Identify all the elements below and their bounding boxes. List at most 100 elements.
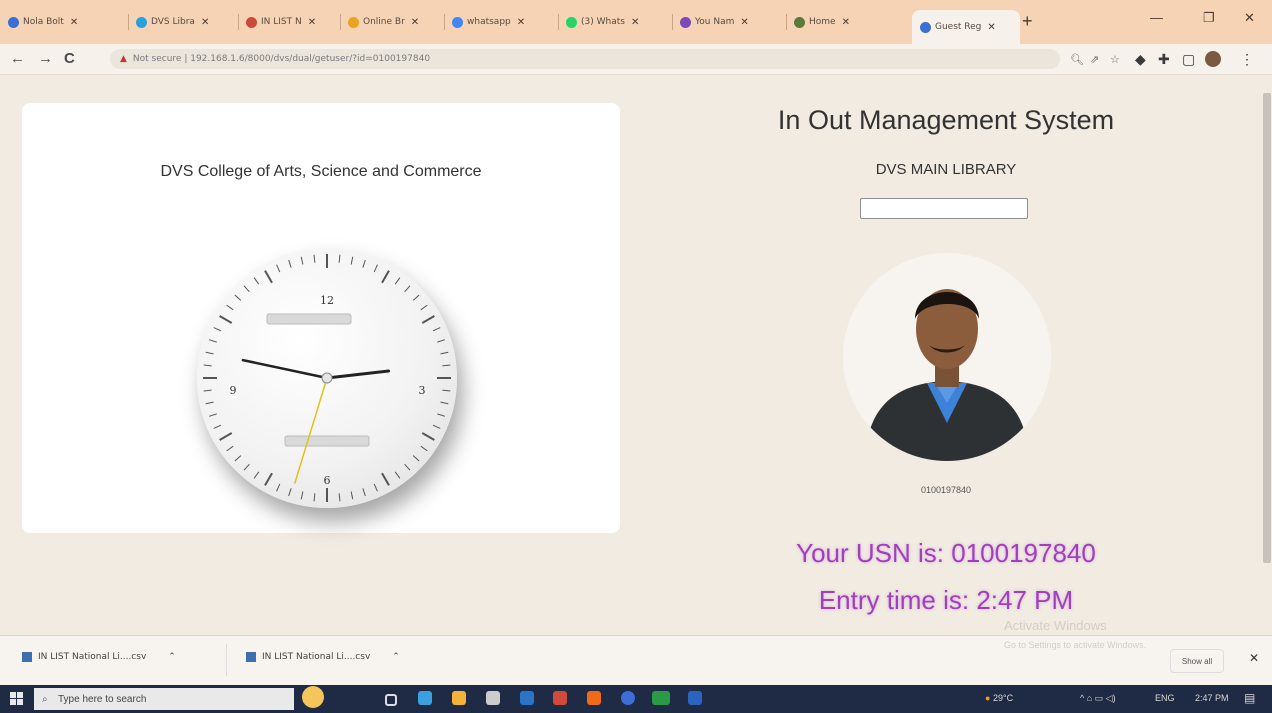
photo-caption: 0100197840 xyxy=(920,485,972,495)
file-explorer-icon[interactable] xyxy=(452,691,466,705)
browser-tab[interactable]: IN LIST N ✕ xyxy=(246,9,338,35)
show-all-button[interactable]: Show all xyxy=(1170,649,1224,673)
tab-label: whatsapp xyxy=(467,17,511,27)
browser-tab[interactable]: Online Br ✕ xyxy=(348,9,442,35)
file-icon xyxy=(22,652,32,662)
usn-message: Your USN is: 0100197840 xyxy=(796,538,1096,568)
page-scrollbar[interactable] xyxy=(1262,75,1272,635)
puzzle-icon[interactable]: ✚ xyxy=(1158,51,1170,68)
bookmark-star-icon[interactable]: ☆ xyxy=(1110,53,1120,66)
close-downloads-icon[interactable]: ✕ xyxy=(1249,651,1259,665)
store-icon[interactable] xyxy=(486,691,500,705)
downloads-bar: IN LIST National Li....csv ⌃ IN LIST Nat… xyxy=(0,635,1272,686)
browser-tab[interactable]: Nola Bolt ✕ xyxy=(8,9,126,35)
clock-tick xyxy=(394,277,401,285)
close-window-button[interactable]: ✕ xyxy=(1244,10,1255,26)
download-item[interactable]: IN LIST National Li....csv ⌃ xyxy=(246,652,400,662)
clock-tick xyxy=(226,304,234,311)
download-filename: IN LIST National Li....csv xyxy=(38,652,147,662)
excel-icon[interactable] xyxy=(652,691,670,705)
close-icon[interactable]: ✕ xyxy=(842,17,850,28)
side-panel-icon[interactable]: ▢ xyxy=(1182,51,1195,68)
clock-tick xyxy=(234,294,242,301)
search-placeholder: Type here to search xyxy=(58,693,147,705)
clock-tick xyxy=(437,413,446,417)
mail-icon[interactable] xyxy=(520,691,534,705)
reload-button[interactable]: C xyxy=(64,50,75,67)
address-bar[interactable]: ▲ Not secure | 192.168.1.6/8000/dvs/dual… xyxy=(110,49,1060,69)
clock-tick xyxy=(421,315,435,324)
file-icon xyxy=(246,652,256,662)
word-icon[interactable] xyxy=(688,691,702,705)
tray-icons[interactable]: ^ ⌂ ▭ ◁) xyxy=(1080,693,1116,704)
clock-tick xyxy=(420,304,428,311)
new-tab-button[interactable]: + xyxy=(1022,11,1033,32)
chevron-up-icon[interactable]: ⌃ xyxy=(392,652,400,662)
close-icon[interactable]: ✕ xyxy=(308,17,316,28)
taskbar-search[interactable]: ⌕ Type here to search xyxy=(34,686,324,710)
firefox-icon[interactable] xyxy=(587,691,601,705)
close-icon[interactable]: ✕ xyxy=(411,17,419,28)
tab-label: (3) Whats xyxy=(581,17,625,27)
close-icon[interactable]: ✕ xyxy=(70,17,78,28)
clock-tick xyxy=(226,445,234,452)
usn-input[interactable] xyxy=(860,198,1028,219)
clock-tick xyxy=(373,483,378,492)
weather-icon: ● xyxy=(985,693,991,703)
cortana-icon[interactable] xyxy=(302,686,324,708)
profile-avatar[interactable] xyxy=(1205,51,1221,67)
edge-icon[interactable] xyxy=(418,691,432,705)
download-item[interactable]: IN LIST National Li....csv ⌃ xyxy=(22,652,176,662)
minimize-button[interactable]: — xyxy=(1150,10,1163,25)
browser-tab[interactable]: whatsapp ✕ xyxy=(452,9,556,35)
clock-tick xyxy=(394,471,401,479)
clock-tick xyxy=(440,401,449,405)
tab-separator xyxy=(238,14,239,30)
scroll-thumb[interactable] xyxy=(1263,93,1271,563)
close-icon[interactable]: ✕ xyxy=(201,17,209,28)
chevron-up-icon[interactable]: ⌃ xyxy=(168,652,176,662)
close-icon[interactable]: ✕ xyxy=(517,17,525,28)
weather-indicator[interactable]: ● 29°C xyxy=(985,693,1013,703)
clock-tick xyxy=(404,285,411,293)
maximize-button[interactable]: ❐ xyxy=(1203,10,1215,26)
browser-tab[interactable]: You Nam ✕ xyxy=(680,9,784,35)
date-display xyxy=(266,313,352,325)
chrome-icon[interactable] xyxy=(621,691,635,705)
clock-tick xyxy=(208,413,217,417)
forward-button[interactable]: → xyxy=(38,50,53,67)
browser-tab[interactable]: Home ✕ xyxy=(794,9,904,35)
download-separator xyxy=(226,644,227,676)
close-icon[interactable]: ✕ xyxy=(987,22,995,33)
browser-tab[interactable]: DVS Libra ✕ xyxy=(136,9,236,35)
clock-hour-hand xyxy=(325,369,391,380)
start-button[interactable] xyxy=(10,692,24,706)
tab-label: Nola Bolt xyxy=(23,17,64,27)
notification-icon[interactable]: ▤ xyxy=(1244,691,1255,705)
clock-tick xyxy=(338,493,341,502)
clock-number-9: 9 xyxy=(230,384,237,397)
tab-label: Guest Reg xyxy=(935,22,982,32)
taskbar-clock[interactable]: 2:47 PM xyxy=(1195,693,1229,703)
share-icon[interactable]: ⇗ xyxy=(1090,53,1099,66)
url-text: Not secure | 192.168.1.6/8000/dvs/dual/g… xyxy=(132,54,431,64)
task-view-icon[interactable] xyxy=(385,694,397,706)
clock-tick xyxy=(350,491,354,500)
close-icon[interactable]: ✕ xyxy=(740,17,748,28)
clock-tick xyxy=(264,270,273,284)
close-icon[interactable]: ✕ xyxy=(631,17,639,28)
browser-tab[interactable]: (3) Whats ✕ xyxy=(566,9,670,35)
clock-tick xyxy=(442,364,451,367)
clock-tick xyxy=(350,256,354,265)
browser-tab-active[interactable]: Guest Reg ✕ xyxy=(912,10,1020,44)
windows-taskbar: ⌕ Type here to search ● 29°C ^ ⌂ ▭ ◁) EN… xyxy=(0,685,1272,713)
tab-favicon-icon xyxy=(920,21,931,33)
menu-icon[interactable]: ⋮ xyxy=(1240,51,1254,68)
clock-number-12: 12 xyxy=(320,294,334,307)
app-icon[interactable] xyxy=(553,691,567,705)
tab-separator xyxy=(672,14,673,30)
extension-icon[interactable]: ◆ xyxy=(1135,51,1146,68)
back-button[interactable]: ← xyxy=(10,50,25,67)
zoom-icon[interactable]: 🔍︎ xyxy=(1070,53,1084,66)
language-indicator[interactable]: ENG xyxy=(1155,693,1175,703)
